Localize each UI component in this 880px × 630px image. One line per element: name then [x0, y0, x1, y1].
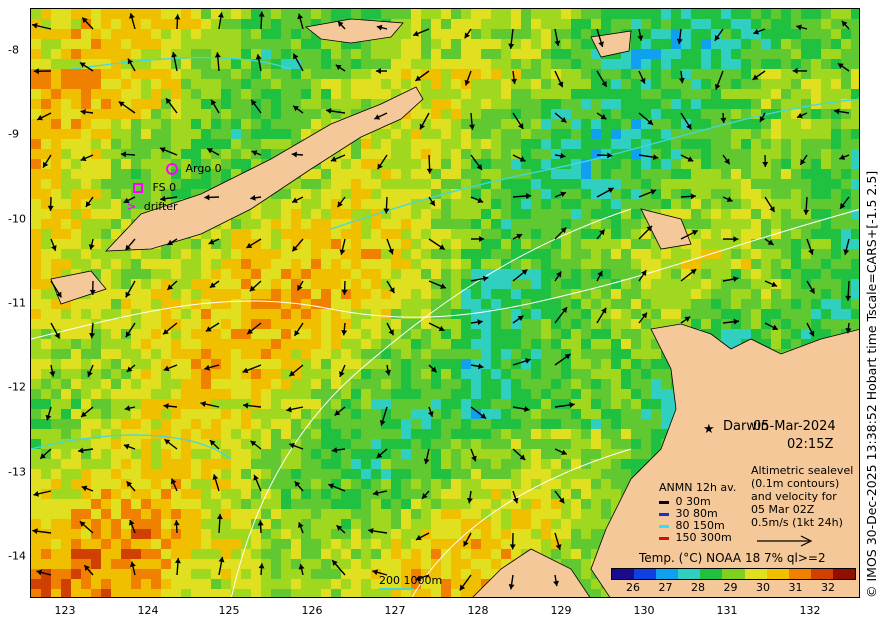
lon-tick-label: 129	[550, 604, 572, 617]
colorbar-swatch	[810, 569, 833, 579]
colorbar-swatch	[700, 569, 723, 579]
lat-tick-label: -12	[8, 380, 26, 394]
lon-tick-label: 130	[633, 604, 655, 617]
anmn-arrow-icon	[659, 500, 669, 504]
anmn-legend: 0 30m 30 80m 80 150m 150 300m	[659, 495, 732, 544]
lon-tick-label: 126	[301, 604, 323, 617]
colorbar-tick-label: 30	[756, 581, 770, 594]
colorbar-tick-label: 29	[723, 581, 738, 594]
colorbar-tick-label: 31	[788, 581, 803, 594]
sst-map: Argo 0 FS 0 > drifter ★ Darwin 05-Mar-20…	[30, 8, 860, 598]
lat-tick-label: -13	[8, 465, 26, 479]
lon-tick-label: 123	[54, 604, 76, 617]
fs-label: FS 0	[152, 181, 177, 194]
fs-square-icon	[133, 183, 143, 193]
colorbar-title: Temp. (°C) NOAA 18 7% ql>=2	[639, 551, 826, 565]
sst-field	[31, 9, 859, 597]
colorbar-swatch	[832, 569, 856, 579]
lat-tick-label: -11	[8, 296, 26, 310]
lon-tick-label: 125	[218, 604, 240, 617]
anmn-item: 80 150m	[659, 519, 732, 532]
colorbar-swatch	[678, 569, 701, 579]
darwin-star-icon: ★	[703, 422, 715, 437]
colorbar-tick-label: 27	[658, 581, 673, 594]
fs-legend: FS 0	[133, 181, 176, 194]
depth-contour-label: 200 1000m	[379, 574, 443, 587]
colorbar-ticks: 26 27 28 29 30 31 32	[611, 581, 854, 595]
darwin-marker: ★	[703, 422, 715, 437]
anmn-title: ANMN 12h av.	[659, 481, 737, 494]
lon-tick-label: 124	[137, 604, 159, 617]
anmn-arrow-icon	[659, 536, 669, 540]
argo-label: Argo 0	[185, 162, 222, 175]
argo-circle-icon	[166, 163, 178, 175]
anmn-item: 30 80m	[659, 507, 732, 520]
depth-contour-line	[379, 588, 413, 590]
colorbar-swatch	[612, 569, 635, 579]
drifter-chevron-icon: >	[127, 200, 137, 213]
colorbar-tick-label: 28	[691, 581, 705, 594]
anmn-item: 150 300m	[659, 531, 732, 544]
colorbar	[611, 568, 856, 580]
colorbar-tick-label: 26	[626, 581, 640, 594]
lat-tick-label: -10	[8, 212, 26, 226]
lon-tick-label: 132	[799, 604, 821, 617]
colorbar-swatch	[634, 569, 657, 579]
map-date: 05-Mar-2024	[753, 419, 836, 434]
drifter-label: drifter	[143, 200, 178, 213]
anmn-arrow-icon	[659, 524, 669, 528]
colorbar-swatch	[766, 569, 789, 579]
colorbar-tick-label: 32	[821, 581, 835, 594]
altimetry-line: 0.5m/s (1kt 24h)	[751, 516, 843, 529]
map-time: 02:15Z	[787, 437, 834, 452]
altimetry-line: Altimetric sealevel	[751, 464, 854, 477]
lat-tick-label: -14	[8, 549, 26, 563]
colorbar-swatch	[656, 569, 679, 579]
anmn-arrow-icon	[659, 512, 669, 516]
anmn-item: 0 30m	[659, 495, 732, 508]
altimetry-line: 05 Mar 02Z	[751, 503, 815, 516]
drifter-legend: > drifter	[127, 200, 178, 213]
velocity-scale-arrow-icon	[757, 535, 813, 547]
lat-tick-label: -8	[8, 43, 19, 57]
lon-tick-label: 127	[384, 604, 406, 617]
anmn-item-label: 150 300m	[675, 531, 732, 544]
altimetry-line: and velocity for	[751, 490, 837, 503]
colorbar-swatch	[722, 569, 745, 579]
argo-legend: Argo 0	[166, 162, 222, 175]
credit-text: © IMOS 30-Dec-2025 13:38:52 Hobart time …	[864, 170, 879, 598]
altimetry-note: Altimetric sealevel (0.1m contours) and …	[751, 464, 853, 529]
lon-tick-label: 131	[716, 604, 738, 617]
lon-tick-label: 128	[467, 604, 489, 617]
colorbar-swatch	[788, 569, 811, 579]
altimetry-line: (0.1m contours)	[751, 477, 840, 490]
colorbar-swatch	[744, 569, 767, 579]
lat-tick-label: -9	[8, 127, 19, 141]
